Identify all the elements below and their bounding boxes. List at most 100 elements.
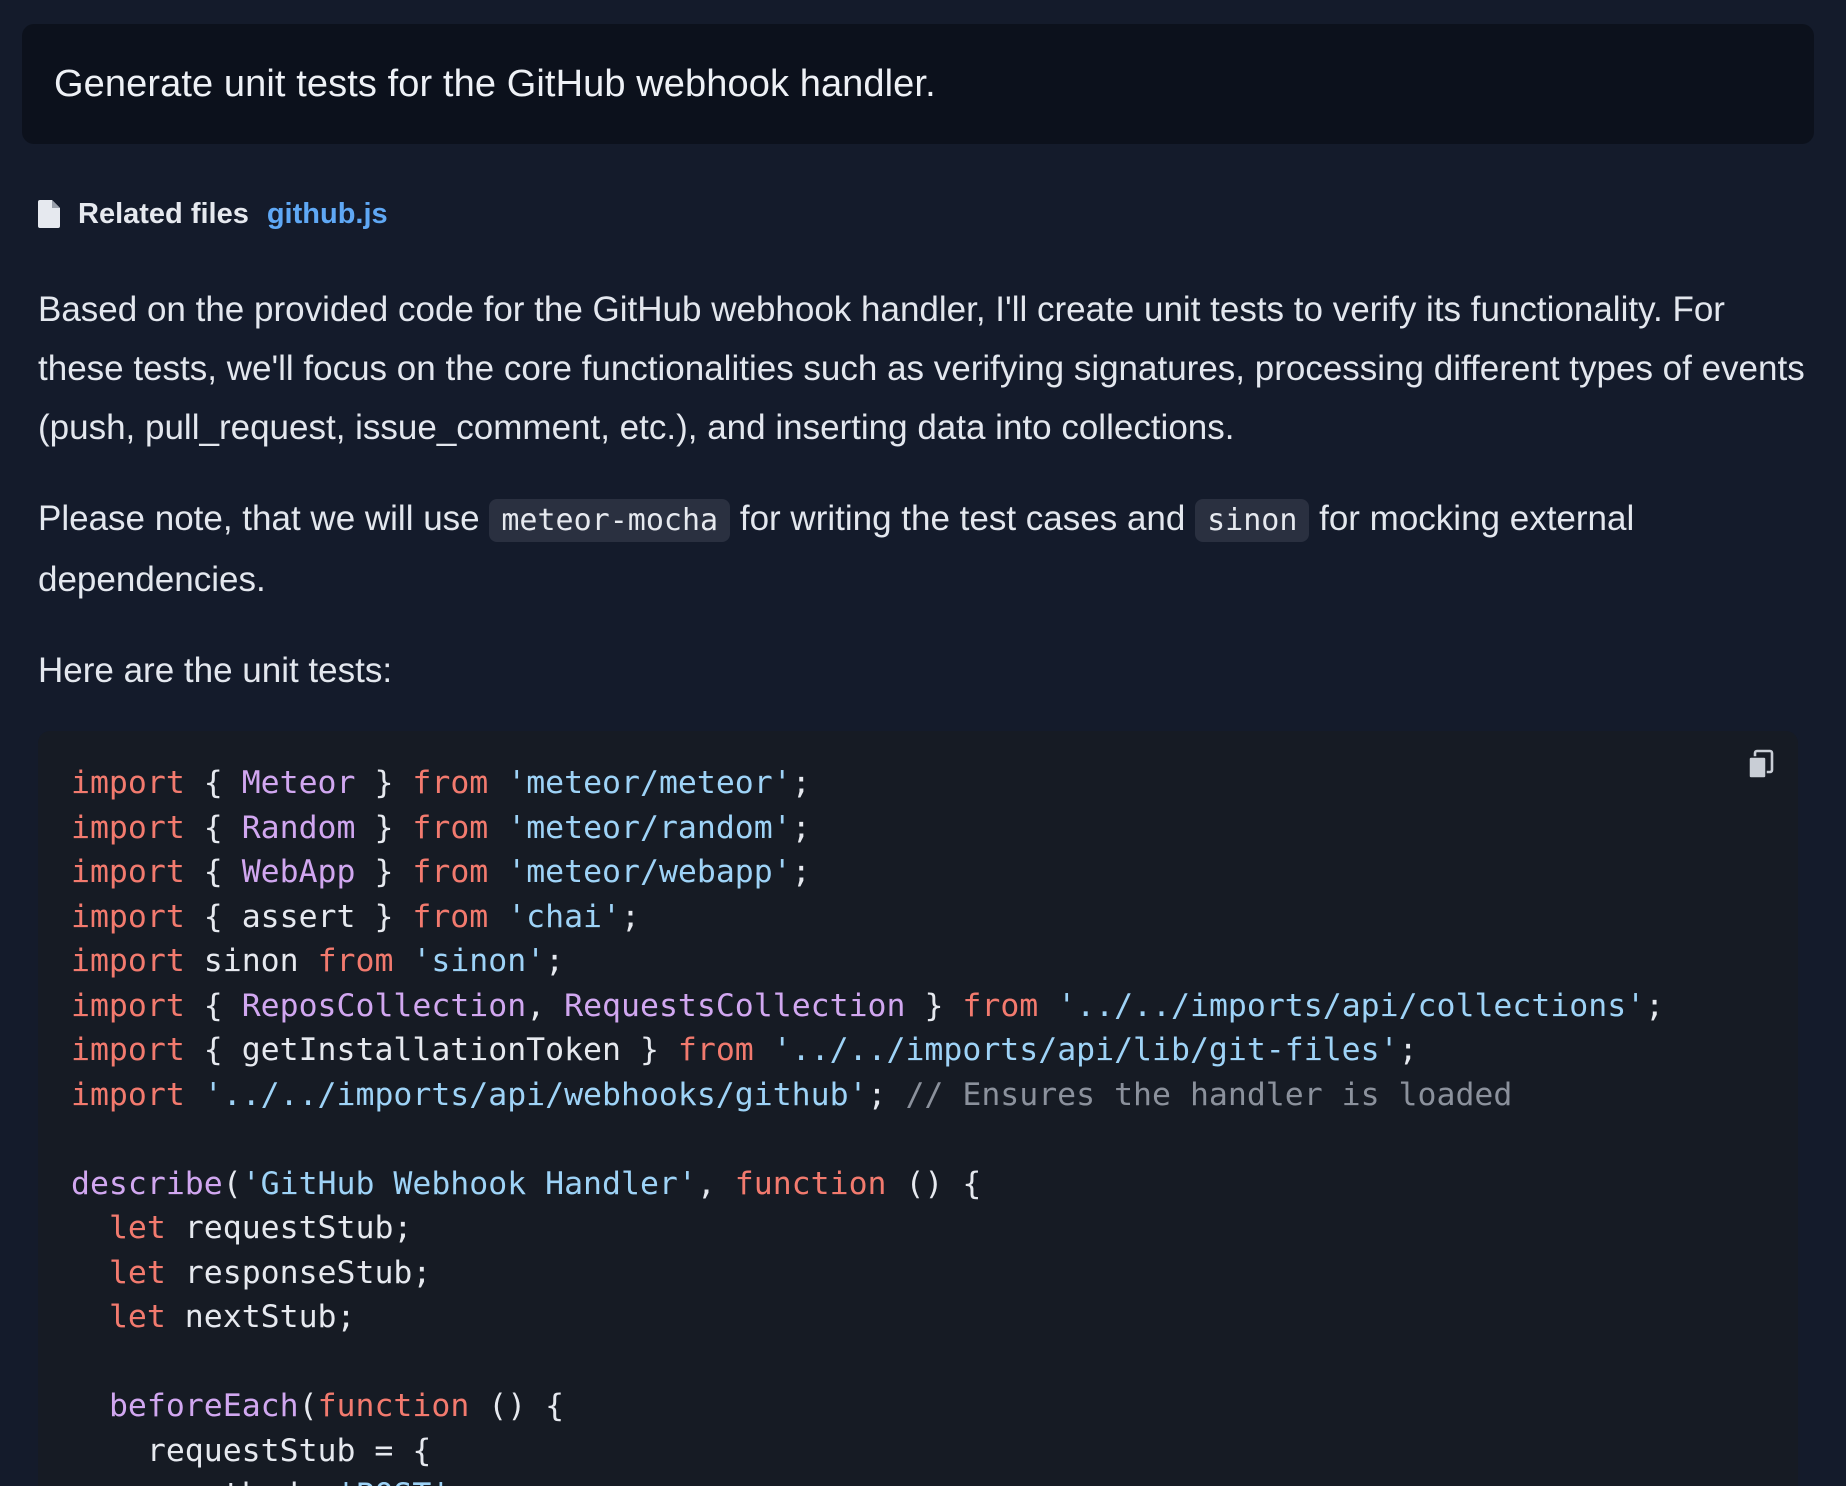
code-token: , xyxy=(696,1165,735,1202)
code-token: Meteor xyxy=(241,765,356,801)
code-token: describe xyxy=(71,1165,223,1202)
code-content: import { Meteor } from 'meteor/meteor'; i… xyxy=(71,761,1798,1486)
code-token: import xyxy=(71,854,185,890)
code-token: ; xyxy=(1398,1032,1418,1068)
code-token: let xyxy=(108,1254,166,1291)
code-line: beforeEach(function () { xyxy=(71,1384,1798,1429)
related-files-label: Related files xyxy=(78,197,249,230)
code-token: from xyxy=(412,765,489,801)
code-token: ; xyxy=(867,1076,906,1113)
code-token: // Ensures the handler is loaded xyxy=(905,1076,1513,1113)
code-token: let xyxy=(108,1210,166,1246)
code-token: ; xyxy=(621,898,640,935)
answer-paragraph-tools: Please note, that we will use meteor-moc… xyxy=(38,489,1818,609)
code-line: import { ReposCollection, RequestsCollec… xyxy=(71,984,1798,1029)
answer-text: Please note, that we will use xyxy=(38,499,490,538)
inline-code-sinon: sinon xyxy=(1195,499,1310,542)
code-token: ( xyxy=(222,1165,242,1202)
code-token: 'meteor/webapp' xyxy=(507,854,792,890)
user-prompt: Generate unit tests for the GitHub webho… xyxy=(22,24,1814,144)
code-token: from xyxy=(412,809,489,846)
code-token: RequestsCollection xyxy=(564,987,906,1024)
code-line: import { assert } from 'chai'; xyxy=(71,895,1798,940)
code-token: import xyxy=(71,987,185,1024)
code-token: 'GitHub Webhook Handler' xyxy=(241,1165,697,1202)
code-token: import xyxy=(71,898,185,935)
code-token: } xyxy=(355,809,413,846)
answer-paragraph-intro: Here are the unit tests: xyxy=(38,651,393,690)
code-token: '../../imports/api/lib/git-files' xyxy=(772,1032,1399,1068)
code-token: function xyxy=(734,1165,887,1202)
file-icon xyxy=(38,200,60,228)
code-token: { xyxy=(184,987,242,1024)
code-line: import { getInstallationToken } from '..… xyxy=(71,1028,1798,1073)
copy-icon[interactable] xyxy=(1744,747,1778,781)
code-token: let xyxy=(108,1299,166,1335)
code-line: import { Meteor } from 'meteor/meteor'; xyxy=(71,761,1798,806)
code-token: requestStub; xyxy=(165,1210,413,1246)
code-token: from xyxy=(317,943,394,979)
code-token: from xyxy=(412,898,489,935)
code-line: import { Random } from 'meteor/random'; xyxy=(71,806,1798,851)
code-token: { xyxy=(184,809,242,846)
code-token: { getInstallationToken } xyxy=(184,1032,678,1068)
code-token: () { xyxy=(469,1388,565,1424)
code-token: { assert } xyxy=(184,898,413,935)
answer-paragraph: Based on the provided code for the GitHu… xyxy=(38,290,1805,447)
code-token: 'chai' xyxy=(507,898,621,935)
code-token: ; xyxy=(791,765,811,801)
code-token: () { xyxy=(886,1165,982,1202)
answer-text: for writing the test cases and xyxy=(730,499,1196,538)
code-token: 'POST' xyxy=(337,1477,451,1486)
code-line: import sinon from 'sinon'; xyxy=(71,939,1798,984)
code-token: 'sinon' xyxy=(412,943,546,979)
code-token: WebApp xyxy=(241,854,356,890)
code-token: ( xyxy=(298,1388,318,1424)
code-token: import xyxy=(71,765,185,801)
code-token: ; xyxy=(791,809,811,846)
code-line: let nextStub; xyxy=(71,1295,1798,1340)
code-line: import { WebApp } from 'meteor/webapp'; xyxy=(71,850,1798,895)
code-line: let requestStub; xyxy=(71,1206,1798,1251)
code-line: describe('GitHub Webhook Handler', funct… xyxy=(71,1162,1798,1207)
assistant-answer: Based on the provided code for the GitHu… xyxy=(38,280,1818,732)
code-token: ; xyxy=(791,854,811,890)
code-token: from xyxy=(962,987,1039,1024)
code-token: import xyxy=(71,1076,185,1113)
code-token: } xyxy=(355,765,413,801)
inline-code-meteor-mocha: meteor-mocha xyxy=(489,499,731,542)
code-token: 'meteor/random' xyxy=(507,809,792,846)
code-token: function xyxy=(317,1388,470,1424)
code-token: responseStub; xyxy=(165,1254,432,1291)
code-token: } xyxy=(905,987,963,1024)
code-token: beforeEach xyxy=(108,1388,299,1424)
related-file-link-github-js[interactable]: github.js xyxy=(267,198,388,231)
code-token: method: xyxy=(71,1477,337,1486)
code-line: requestStub = { xyxy=(71,1429,1798,1474)
code-token: '../../imports/api/collections' xyxy=(1057,987,1646,1024)
code-token: { xyxy=(184,854,242,890)
code-line: import '../../imports/api/webhooks/githu… xyxy=(71,1073,1798,1118)
code-token: Random xyxy=(241,809,356,846)
code-token: { xyxy=(184,765,242,801)
code-token: requestStub = { xyxy=(71,1432,432,1469)
code-token: ReposCollection xyxy=(241,987,527,1024)
code-token: nextStub; xyxy=(165,1299,356,1335)
prompt-text: Generate unit tests for the GitHub webho… xyxy=(54,62,936,105)
code-line: let responseStub; xyxy=(71,1251,1798,1296)
code-line: method: 'POST', xyxy=(71,1473,1798,1486)
code-token: '../../imports/api/webhooks/github' xyxy=(203,1076,868,1113)
code-token: sinon xyxy=(184,943,318,979)
code-token: from xyxy=(412,854,489,890)
